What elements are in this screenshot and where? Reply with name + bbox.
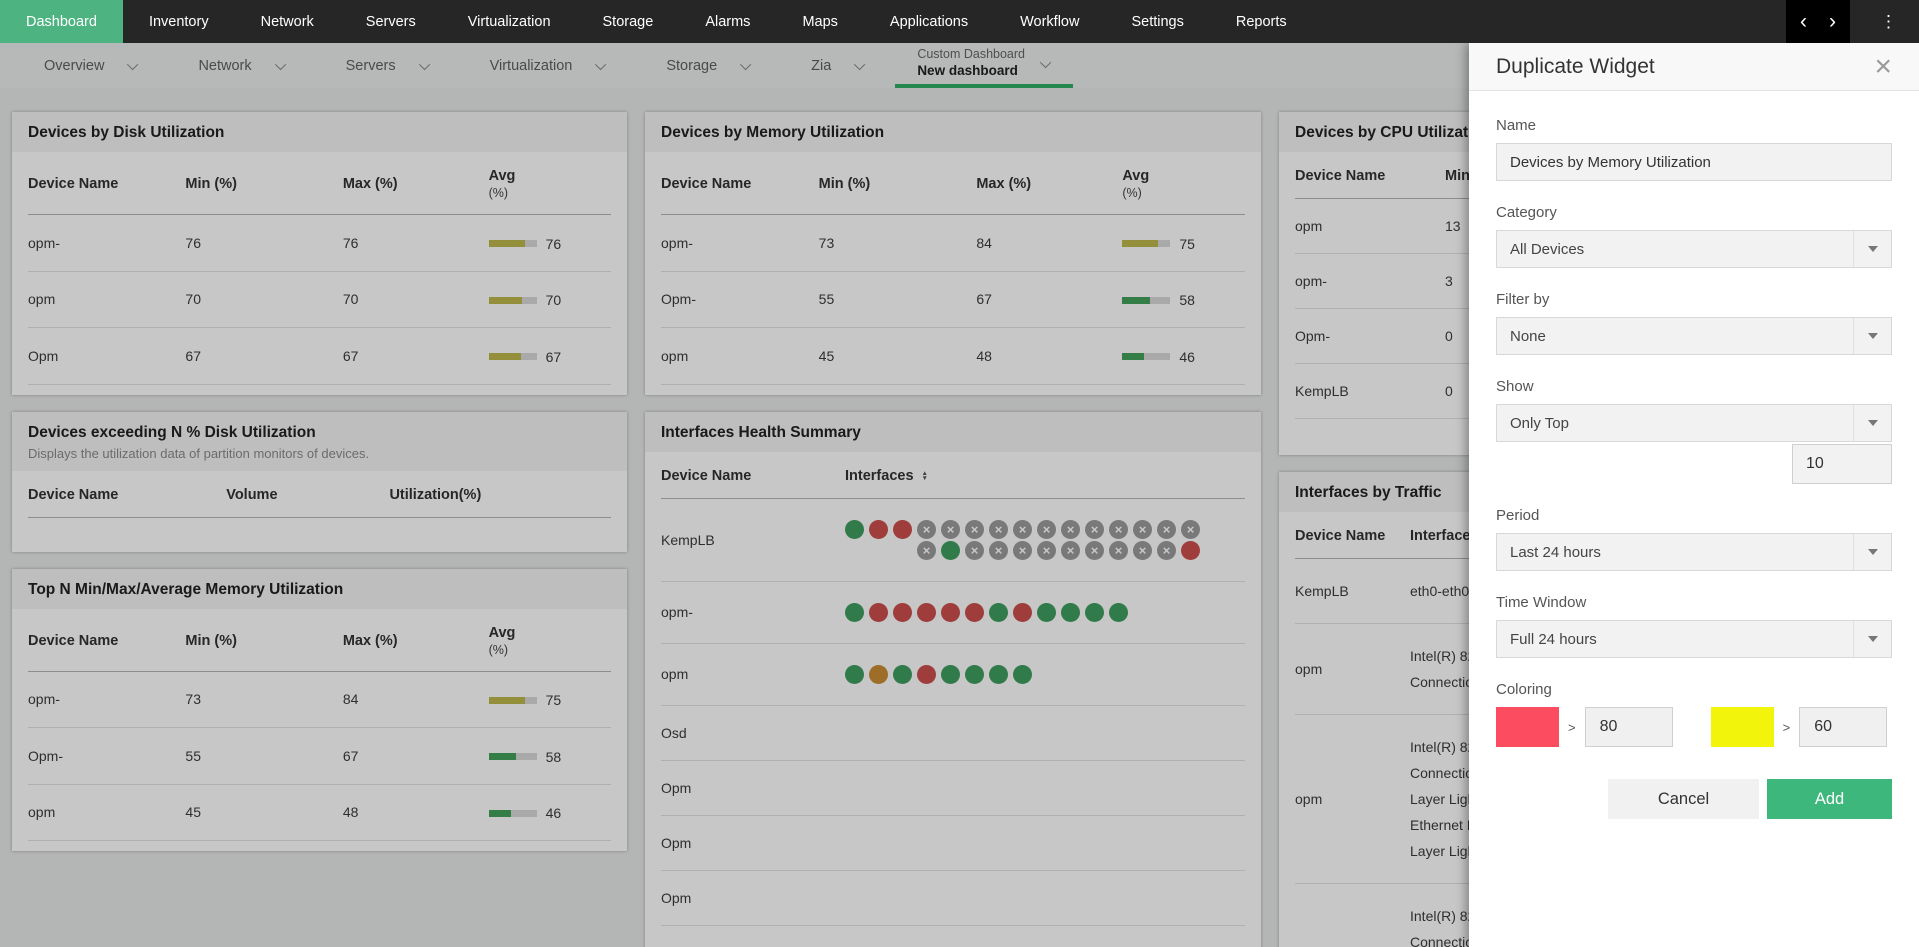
panel-buttons: Cancel Add <box>1496 779 1892 819</box>
top-nav-tab-alarms[interactable]: Alarms <box>679 0 776 43</box>
category-select[interactable]: All Devices <box>1496 230 1892 268</box>
nav-prev-icon[interactable]: ‹ <box>1796 11 1811 32</box>
field-period: Period Last 24 hours <box>1496 507 1892 571</box>
kebab-menu-icon[interactable]: ⋮ <box>1850 0 1919 43</box>
chevron-down-icon <box>1853 231 1891 267</box>
chevron-down-icon <box>1853 621 1891 657</box>
coloring-row: > 80 > 60 <box>1496 707 1892 747</box>
filter-value: None <box>1510 327 1546 345</box>
nav-arrows: ‹ › <box>1786 0 1850 43</box>
category-value: All Devices <box>1510 240 1585 258</box>
top-nav-tab-inventory[interactable]: Inventory <box>123 0 235 43</box>
top-nav-tab-virtualization[interactable]: Virtualization <box>442 0 577 43</box>
field-time-window: Time Window Full 24 hours <box>1496 594 1892 658</box>
duplicate-widget-panel: Duplicate Widget × Name Devices by Memor… <box>1469 43 1919 947</box>
time-window-label: Time Window <box>1496 594 1587 611</box>
top-nav-tab-network[interactable]: Network <box>235 0 340 43</box>
chevron-down-icon <box>1853 534 1891 570</box>
top-nav-tab-settings[interactable]: Settings <box>1105 0 1209 43</box>
top-navigation: Dashboard Inventory Network Servers Virtuali… <box>0 0 1919 43</box>
panel-body: Name Devices by Memory Utilization Categ… <box>1469 91 1919 819</box>
chevron-down-icon <box>1853 318 1891 354</box>
name-label: Name <box>1496 117 1537 134</box>
top-nav-right: ‹ › ⋮ <box>1786 0 1919 43</box>
filter-label: Filter by <box>1496 291 1550 308</box>
name-input[interactable]: Devices by Memory Utilization <box>1496 143 1892 181</box>
panel-header: Duplicate Widget × <box>1469 43 1919 91</box>
color-swatch-yellow[interactable] <box>1710 707 1774 747</box>
field-category: Category All Devices <box>1496 204 1892 268</box>
coloring-operator: > <box>1782 719 1791 735</box>
nav-next-icon[interactable]: › <box>1825 11 1840 32</box>
cancel-button[interactable]: Cancel <box>1608 779 1759 819</box>
top-nav-tab-dashboard[interactable]: Dashboard <box>0 0 123 43</box>
threshold-input-yellow[interactable]: 60 <box>1799 707 1888 747</box>
panel-title: Duplicate Widget <box>1496 54 1655 78</box>
field-name: Name Devices by Memory Utilization <box>1496 117 1892 181</box>
top-nav-tab-maps[interactable]: Maps <box>776 0 863 43</box>
modal-dim-overlay <box>0 43 1469 947</box>
top-nav-tab-applications[interactable]: Applications <box>864 0 994 43</box>
show-value: Only Top <box>1510 414 1569 432</box>
chevron-down-icon <box>1853 405 1891 441</box>
category-label: Category <box>1496 204 1557 221</box>
field-coloring: Coloring > 80 > 60 <box>1496 681 1892 747</box>
add-button[interactable]: Add <box>1767 779 1892 819</box>
top-nav-tab-storage[interactable]: Storage <box>577 0 680 43</box>
period-label: Period <box>1496 507 1540 524</box>
top-nav-tab-reports[interactable]: Reports <box>1210 0 1313 43</box>
close-icon[interactable]: × <box>1874 51 1892 82</box>
field-filter: Filter by None <box>1496 291 1892 355</box>
top-nav-tab-servers[interactable]: Servers <box>340 0 442 43</box>
filter-select[interactable]: None <box>1496 317 1892 355</box>
color-swatch-red[interactable] <box>1496 707 1559 747</box>
coloring-label: Coloring <box>1496 681 1552 698</box>
show-label: Show <box>1496 378 1534 395</box>
show-select[interactable]: Only Top <box>1496 404 1892 442</box>
time-window-value: Full 24 hours <box>1510 630 1597 648</box>
period-select[interactable]: Last 24 hours <box>1496 533 1892 571</box>
period-value: Last 24 hours <box>1510 543 1601 561</box>
time-window-select[interactable]: Full 24 hours <box>1496 620 1892 658</box>
show-count-input[interactable]: 10 <box>1792 444 1892 484</box>
top-nav-tab-workflow[interactable]: Workflow <box>994 0 1105 43</box>
top-nav-tabs: Dashboard Inventory Network Servers Virtuali… <box>0 0 1313 43</box>
opmanager-dashboard-screen: Dashboard Inventory Network Servers Virtuali… <box>0 0 1919 947</box>
field-show: Show Only Top <box>1496 378 1892 442</box>
threshold-input-red[interactable]: 80 <box>1584 707 1673 747</box>
field-show-count: 10 <box>1496 444 1892 484</box>
coloring-operator: > <box>1568 719 1576 735</box>
